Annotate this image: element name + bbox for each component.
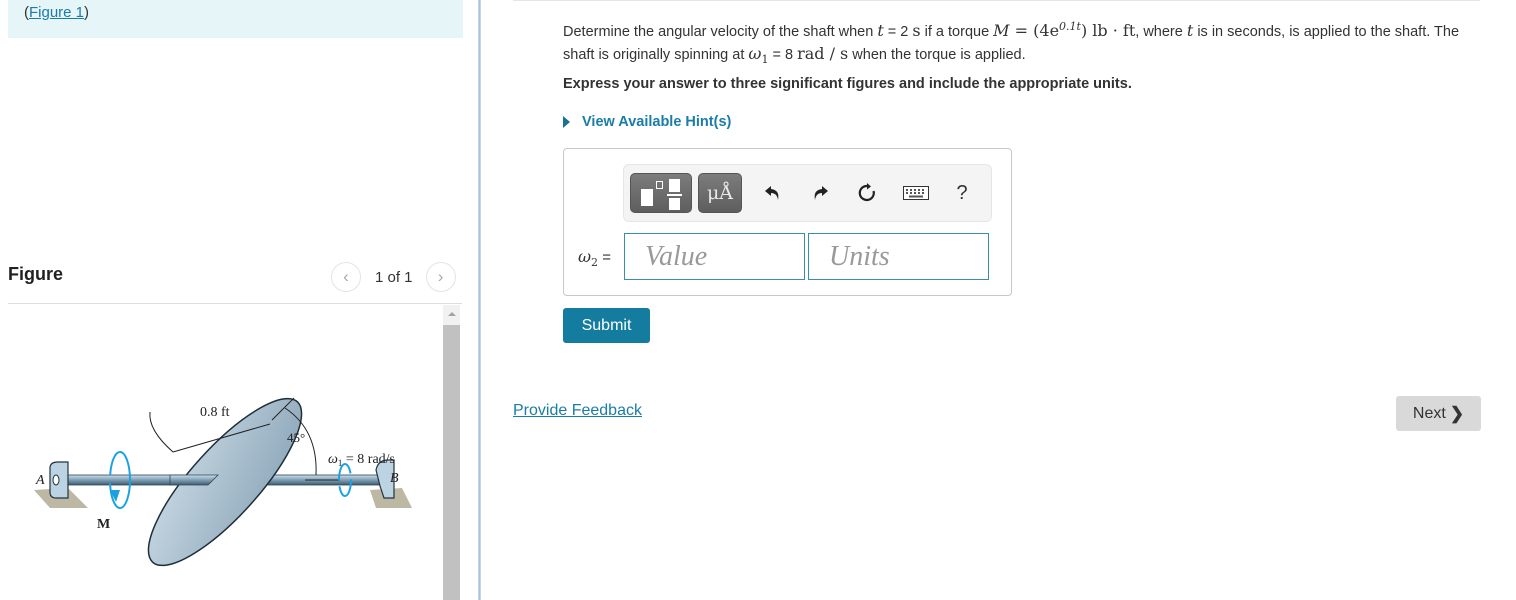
unit-s: s [912, 20, 921, 40]
problem-text: if a torque [920, 23, 994, 40]
answer-instruction: Express your answer to three significant… [563, 76, 1132, 92]
submit-button[interactable]: Submit [563, 308, 650, 343]
undo-button[interactable] [757, 175, 789, 211]
units-button[interactable]: μÅ [698, 173, 742, 213]
pager-prev-button[interactable]: ‹ [331, 262, 361, 292]
figure-image: 0.8 ft 45° ω1 = 8 rad/s A B M [34, 397, 412, 567]
var-omega: ω [578, 247, 592, 266]
math-toolbar: μÅ ? [623, 164, 992, 222]
left-panel: (Figure 1) Figure ‹ 1 of 1 › 0.8 ft 45° … [0, 0, 478, 600]
undo-icon [765, 186, 779, 200]
reset-button[interactable] [851, 175, 883, 211]
figure-scrollbar[interactable] [443, 305, 460, 600]
figure-pager: ‹ 1 of 1 › [331, 262, 456, 292]
unit-rad-s: rad / s [797, 43, 849, 63]
pager-count: 1 of 1 [375, 268, 413, 286]
label-point-b: B [390, 471, 399, 486]
units-input[interactable]: Units [808, 233, 989, 280]
label-moment: M [97, 517, 110, 532]
problem-text: = 8 [768, 46, 798, 63]
problem-text: = 2 [883, 23, 913, 40]
redo-icon [814, 186, 828, 200]
var-M: M [993, 20, 1010, 40]
chevron-right-icon: › [437, 267, 444, 286]
units-label: μÅ [706, 182, 734, 204]
label-radius: 0.8 ft [200, 405, 230, 420]
hint-label: View Available Hint(s) [582, 114, 732, 130]
scroll-thumb[interactable] [443, 325, 460, 600]
problem-statement: Determine the angular velocity of the sh… [563, 16, 1493, 71]
templates-button[interactable] [630, 173, 692, 213]
next-label: Next [1412, 404, 1446, 422]
torque-exponent: 0.1t [1059, 20, 1081, 33]
arrow-up-icon [447, 312, 456, 316]
torque-expression: = (4e [1009, 20, 1060, 40]
label-omega1: ω1 = 8 rad/s [328, 452, 395, 468]
caret-right-icon [563, 116, 570, 128]
answer-variable-label: ω2 = [578, 247, 611, 269]
right-panel-top-border [513, 0, 1480, 1]
scroll-up-button[interactable] [443, 305, 460, 323]
label-point-a: A [35, 473, 45, 488]
equals-sign: = [598, 249, 611, 266]
unit-ft: ft [1122, 20, 1136, 40]
keyboard-button[interactable] [900, 175, 932, 211]
figure-divider [8, 303, 462, 304]
panel-divider-line [479, 0, 480, 600]
help-icon: ? [956, 181, 968, 204]
next-button[interactable]: Next ❯ [1396, 396, 1481, 431]
paren-close: ) [84, 4, 90, 21]
answer-box: μÅ ? ω2 = Value Units [563, 148, 1012, 296]
help-button[interactable]: ? [946, 175, 978, 211]
chevron-left-icon: ‹ [343, 267, 349, 286]
pager-next-button[interactable]: › [425, 262, 456, 292]
keyboard-icon [903, 186, 929, 200]
unit-lb: lb [1092, 20, 1108, 40]
value-input[interactable]: Value [624, 233, 805, 280]
chevron-right-icon: ❯ [1449, 403, 1465, 423]
figure-heading: Figure [8, 264, 64, 284]
figure-reference: (Figure 1) [24, 4, 89, 21]
view-hints-toggle[interactable]: View Available Hint(s) [563, 114, 731, 130]
var-omega: ω [748, 43, 762, 63]
radius-arc [149, 411, 174, 453]
redo-button[interactable] [804, 175, 836, 211]
provide-feedback-link[interactable]: Provide Feedback [513, 402, 642, 420]
reset-icon [858, 183, 875, 202]
omega-subscript: 2 [591, 256, 599, 269]
support-a-hole [52, 474, 60, 486]
label-angle: 45° [287, 430, 305, 445]
problem-text: Determine the angular velocity of the sh… [563, 23, 878, 40]
problem-text: , where [1135, 23, 1187, 40]
unit-dot: · [1107, 20, 1123, 40]
problem-text: when the torque is applied. [848, 46, 1026, 63]
figure-link[interactable]: Figure 1 [29, 4, 84, 21]
torque-close: ) [1080, 20, 1093, 40]
